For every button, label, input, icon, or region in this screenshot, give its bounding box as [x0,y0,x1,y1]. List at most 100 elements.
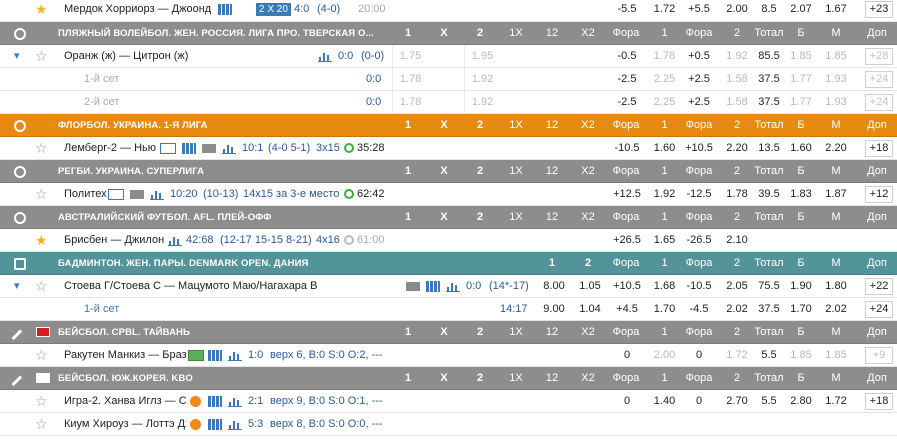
odd-k2[interactable]: 1.58 [721,91,753,114]
odd-fora2[interactable]: -26.5 [677,229,721,252]
section-header-afl[interactable]: АВСТРАЛИЙСКИЙ ФУТБОЛ. AFL. ПЛЕЙ-ОФФ 1 X … [0,206,897,229]
odd-total[interactable]: 8.5 [753,0,785,21]
favorite-star-icon[interactable]: ☆ [35,187,48,201]
odd-total[interactable]: 13.5 [753,137,785,160]
chevron-down-icon[interactable]: ▾ [14,49,20,62]
stats-grid-icon[interactable] [182,143,196,154]
odd-under[interactable]: 2.02 [817,298,855,321]
odd-k1[interactable]: 1.72 [652,0,677,21]
odd-fora1[interactable]: -0.5 [602,45,652,68]
section-header-rugby[interactable]: РЕГБИ. УКРАИНА. СУПЕРЛИГА 1 X 2 1X 12 X2… [0,160,897,183]
monitor-icon[interactable] [406,282,420,291]
odd-1[interactable]: 1.78 [392,91,428,114]
odd-fora1[interactable]: -10.5 [602,137,652,160]
odd-fora1[interactable]: -2.5 [602,91,652,114]
odd-under[interactable]: 1.87 [817,183,855,206]
odd-2[interactable]: 1.05 [575,275,605,298]
more-bets-button[interactable]: +18 [865,140,893,157]
stats-chart-icon[interactable] [168,235,182,246]
event-teams[interactable]: Лемберг-2 — Нью [64,137,158,160]
odd-fora1[interactable]: +12.5 [602,183,652,206]
odd-k1[interactable]: 1.68 [652,275,677,298]
live-tv-icon[interactable] [108,189,124,200]
odd-over[interactable]: 1.77 [785,91,817,114]
odd-k1[interactable]: 1.78 [652,45,677,68]
more-bets-button[interactable]: +28 [865,48,893,65]
stats-grid-icon[interactable] [208,350,222,361]
event-teams[interactable]: Стоева Г/Стоева С — Мацумото Маю/Нагахар… [64,275,317,298]
odd-k2[interactable]: 2.00 [721,0,753,21]
more-bets-button[interactable]: +12 [865,186,893,203]
odd-total[interactable]: 37.5 [753,68,785,91]
odd-over[interactable]: 1.60 [785,137,817,160]
odd-total[interactable]: 85.5 [753,45,785,68]
odd-fora2[interactable]: +2.5 [677,91,721,114]
favorite-star-icon[interactable]: ☆ [35,279,48,293]
event-teams[interactable]: Киум Хироуз — Лоттэ Дж [64,413,186,436]
odd-k1[interactable]: 2.25 [652,68,677,91]
stats-chart-icon[interactable] [228,350,242,361]
odd-k2[interactable]: 2.02 [721,298,753,321]
odd-under[interactable]: 1.85 [817,45,855,68]
event-teams[interactable]: Ракутен Манкиз — Браз [64,344,186,367]
section-title[interactable]: АВСТРАЛИЙСКИЙ ФУТБОЛ. AFL. ПЛЕЙ-ОФФ [58,206,388,229]
favorite-star-icon[interactable]: ★ [35,2,48,16]
stats-chart-icon[interactable] [318,51,332,62]
odd-k2[interactable]: 1.78 [721,183,753,206]
event-teams[interactable]: Оранж (ж) — Цитрон (ж) [64,45,188,68]
section-title[interactable]: ФЛОРБОЛ. УКРАИНА. 1-Я ЛИГА [58,114,388,137]
odd-under[interactable]: 1.93 [817,68,855,91]
stats-chart-icon[interactable] [228,419,242,430]
event-row-volley[interactable]: ▾ ☆ Оранж (ж) — Цитрон (ж) 0:0 (0-0) 1.7… [0,45,897,68]
odd-fora2[interactable]: +10.5 [677,137,721,160]
section-title[interactable]: БАДМИНТОН. ЖЕН. ПАРЫ. DENMARK OPEN. ДАНИ… [58,252,388,275]
odd-fora2[interactable]: +2.5 [677,68,721,91]
set-row[interactable]: 2-й сет 0:0 1.78 1.92 -2.5 2.25 +2.5 1.5… [0,91,897,114]
monitor-icon[interactable] [202,144,216,153]
odd-k2[interactable]: 2.20 [721,137,753,160]
odd-fora2[interactable]: -10.5 [677,275,721,298]
favorite-star-icon[interactable]: ☆ [35,348,48,362]
odd-2[interactable]: 1.95 [464,45,500,68]
live-ball-icon[interactable] [190,396,201,407]
odd-k1[interactable]: 1.92 [652,183,677,206]
set-row[interactable]: 1-й сет 0:0 1.78 1.92 -2.5 2.25 +2.5 1.5… [0,68,897,91]
odd-k2[interactable]: 1.58 [721,68,753,91]
odd-over[interactable]: 1.83 [785,183,817,206]
odd-fora2[interactable]: 0 [677,344,721,367]
stats-grid-icon[interactable] [208,419,222,430]
stats-chart-icon[interactable] [446,281,460,292]
odd-total[interactable]: 37.5 [753,91,785,114]
odd-fora1[interactable]: +4.5 [602,298,652,321]
event-teams[interactable]: Игра-2. Ханва Иглз — С [64,390,186,413]
section-header-baseball-tw[interactable]: БЕЙСБОЛ. CPBL. ТАЙВАНЬ 1 X 2 1X 12 X2 Фо… [0,321,897,347]
stats-grid-icon[interactable] [208,396,222,407]
odd-1[interactable]: 1.78 [392,68,428,91]
section-title[interactable]: БЕЙСБОЛ. CPBL. ТАЙВАНЬ [58,321,388,344]
stats-chart-icon[interactable] [222,143,236,154]
odd-total[interactable]: 5.5 [753,344,785,367]
odd-k2[interactable]: 2.05 [721,275,753,298]
more-bets-button[interactable]: +18 [865,393,893,410]
section-title[interactable]: РЕГБИ. УКРАИНА. СУПЕРЛИГА [58,160,388,183]
odd-k1[interactable]: 1.70 [652,298,677,321]
odd-fora2[interactable]: 0 [677,390,721,413]
event-row-baseball-kr[interactable]: ☆ Игра-2. Ханва Иглз — С 2:1 верх 9, B:0… [0,390,897,413]
more-bets-button[interactable]: +24 [865,94,893,111]
odd-total[interactable]: 37.5 [753,298,785,321]
odd-1[interactable]: 8.00 [539,275,569,298]
stats-chart-icon[interactable] [228,396,242,407]
odd-2[interactable]: 1.04 [575,298,605,321]
odd-under[interactable]: 1.67 [817,0,855,21]
odd-fora1[interactable]: +26.5 [602,229,652,252]
stats-grid-icon[interactable] [426,281,440,292]
section-header-baseball-kr[interactable]: БЕЙСБОЛ. ЮЖ.КОРЕЯ. KBO 1 X 2 1X 12 X2 Фо… [0,367,897,393]
event-row-baseball-tw[interactable]: ☆ Ракутен Манкиз — Браз 1:0 верх 6, B:0 … [0,344,897,367]
odd-k2[interactable]: 1.72 [721,344,753,367]
odd-over[interactable]: 1.90 [785,275,817,298]
odd-fora2[interactable]: -12.5 [677,183,721,206]
odd-2[interactable]: 1.92 [464,68,500,91]
favorite-star-icon[interactable]: ☆ [35,394,48,408]
event-row-floorball[interactable]: ☆ Лемберг-2 — Нью 10:1 (4-0 5-1) 3x15 35… [0,137,897,160]
odd-under[interactable]: 2.20 [817,137,855,160]
